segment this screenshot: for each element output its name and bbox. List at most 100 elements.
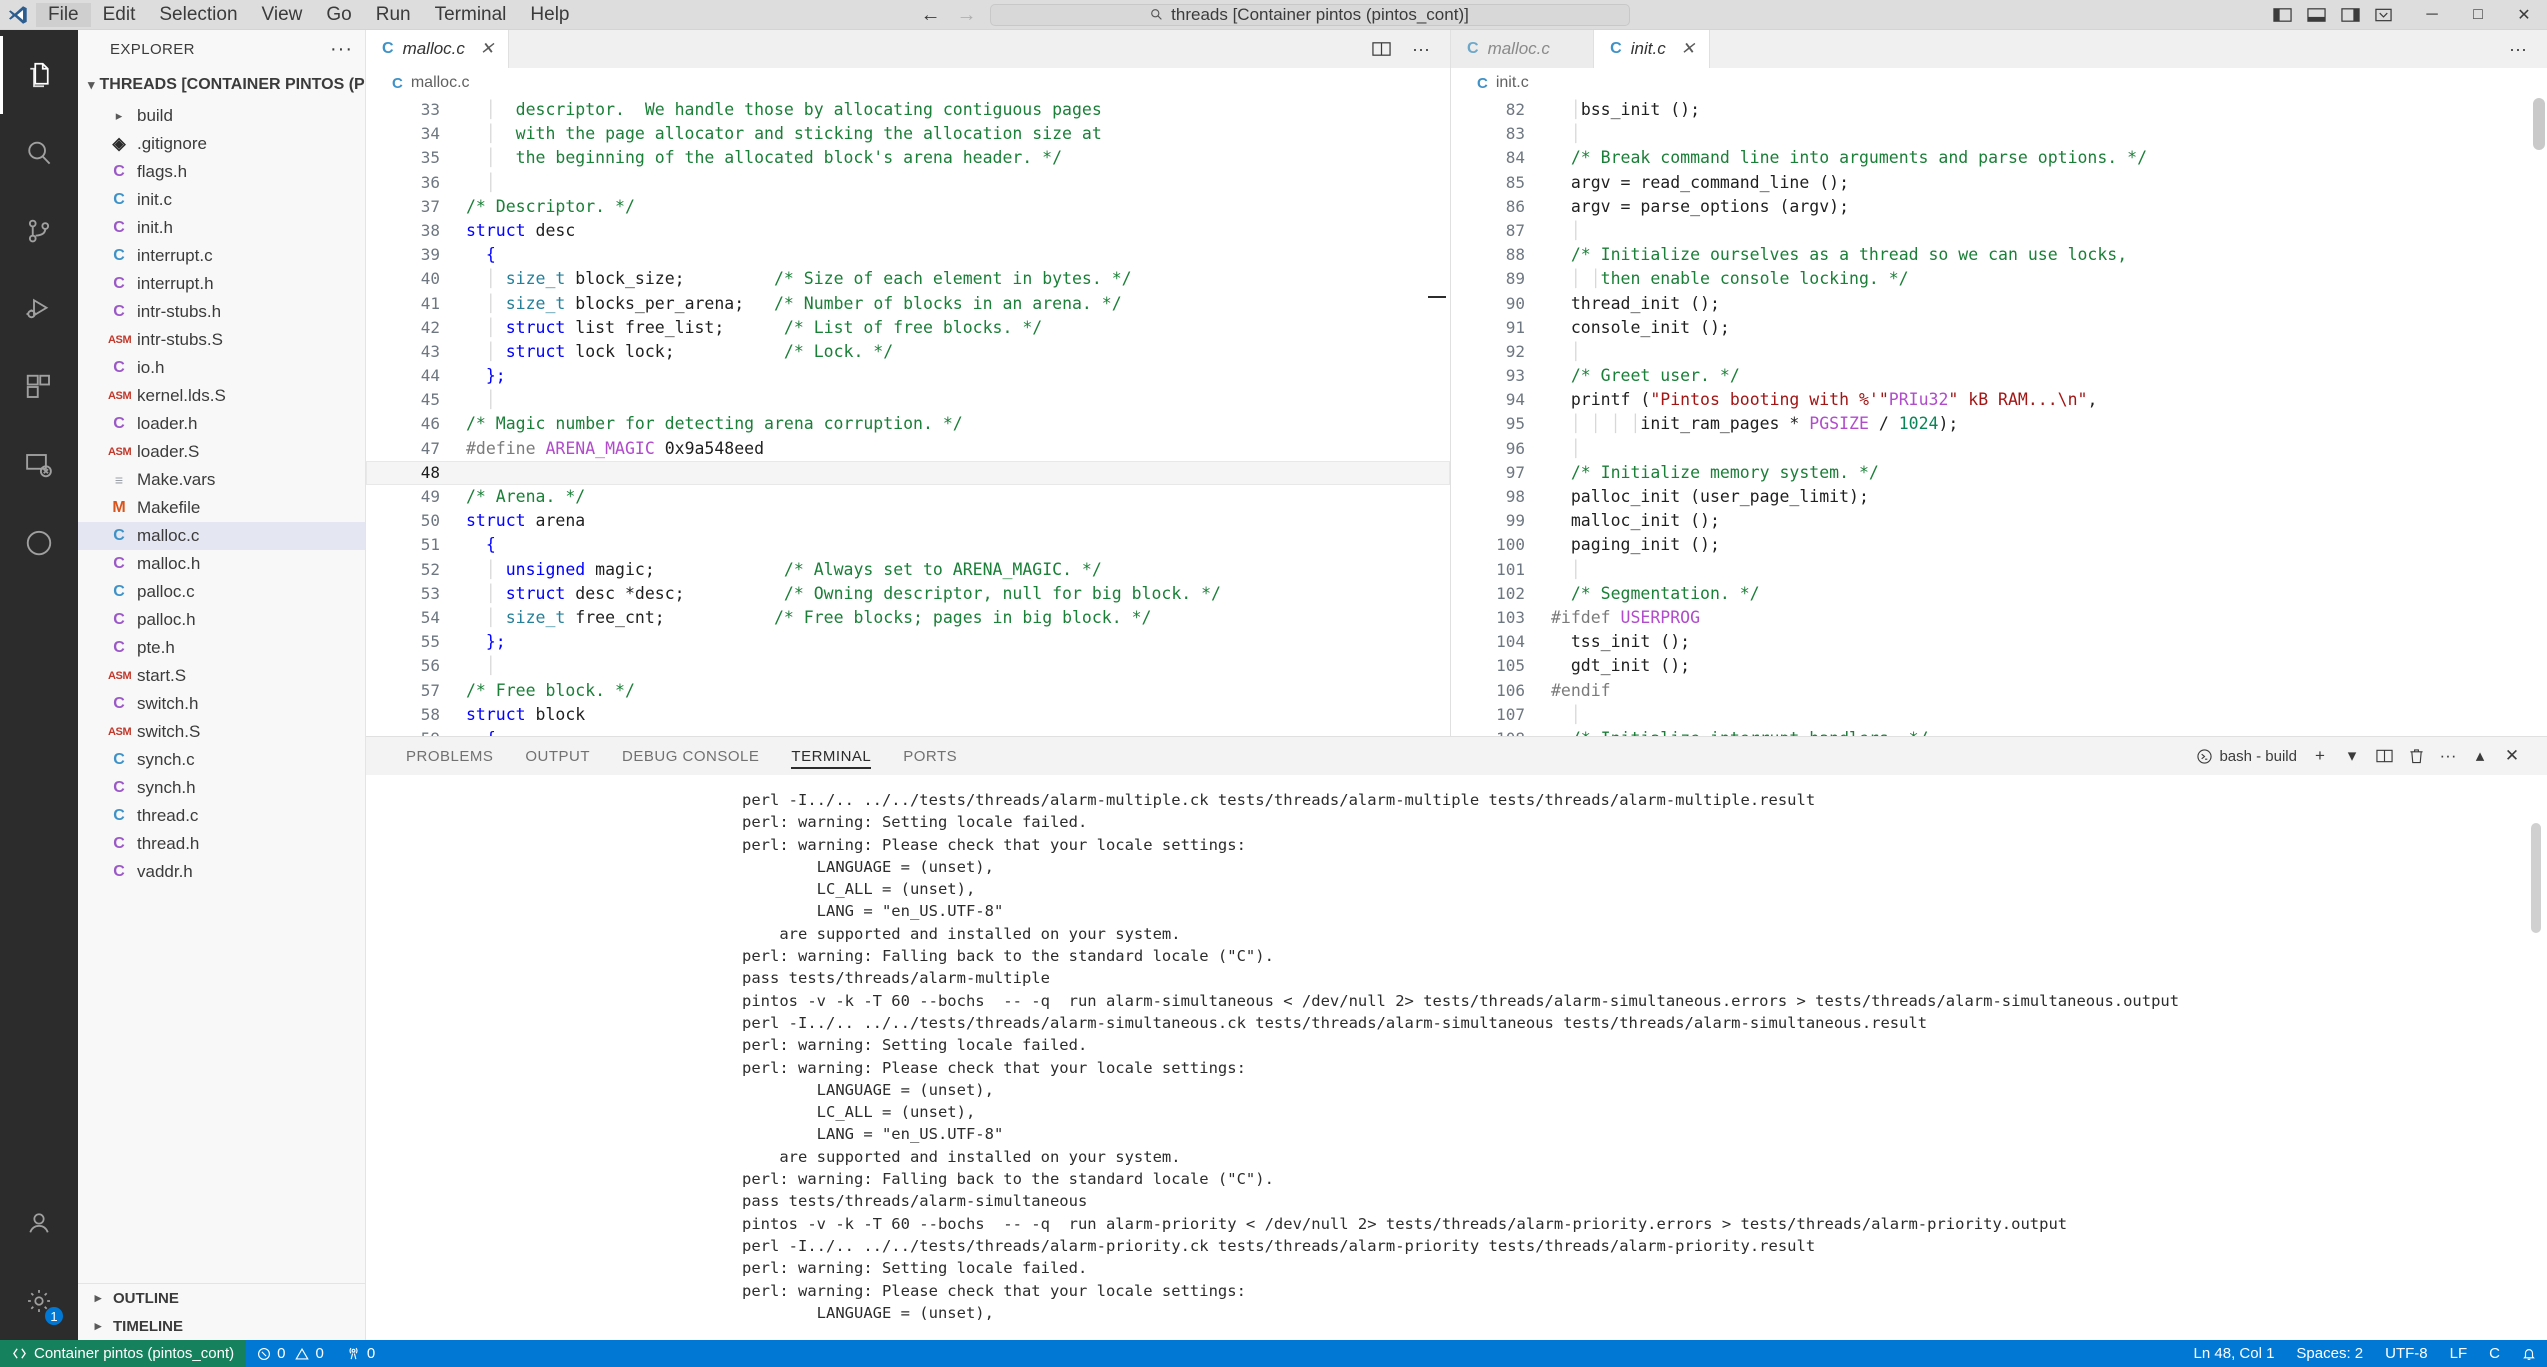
sidebar-more-actions-icon[interactable]: ··· (330, 38, 353, 61)
sidebar-item-remote-explorer[interactable] (0, 426, 78, 504)
menu-help[interactable]: Help (518, 3, 581, 27)
tab-malloc-c[interactable]: C malloc.c ✕ (366, 30, 509, 68)
menu-terminal[interactable]: Terminal (423, 3, 519, 27)
list-item[interactable]: ◈.gitignore (78, 130, 365, 158)
split-editor-icon[interactable] (1372, 41, 1402, 57)
menu-edit[interactable]: Edit (91, 3, 148, 27)
list-item[interactable]: ASMloader.S (78, 438, 365, 466)
menu-bar[interactable]: File Edit Selection View Go Run Terminal… (36, 0, 582, 30)
sidebar-item-azure[interactable] (0, 504, 78, 582)
customize-layout-icon[interactable] (2375, 8, 2409, 22)
tab-ports[interactable]: PORTS (887, 737, 973, 775)
list-item[interactable]: Csynch.c (78, 746, 365, 774)
tab-output[interactable]: OUTPUT (509, 737, 606, 775)
list-item[interactable]: Csynch.h (78, 774, 365, 802)
code-editor-right[interactable]: 82 │bss_init ();83 │84 /* Break command … (1451, 98, 2547, 736)
list-item[interactable]: ▸build (78, 102, 365, 130)
breadcrumb-right[interactable]: C init.c (1451, 68, 2547, 98)
go-back-button[interactable]: ← (918, 5, 944, 25)
tab-init-c[interactable]: C init.c ✕ (1594, 30, 1710, 68)
language-mode[interactable]: C (2478, 1340, 2511, 1367)
list-item[interactable]: ASMintr-stubs.S (78, 326, 365, 354)
menu-view[interactable]: View (250, 3, 315, 27)
terminal-line: LANG = "en_US.UTF-8" (742, 900, 2547, 922)
encoding[interactable]: UTF-8 (2374, 1340, 2439, 1367)
list-item[interactable]: Cinterrupt.h (78, 270, 365, 298)
command-center-search[interactable]: threads [Container pintos (pintos_cont)] (990, 4, 1630, 26)
list-item[interactable]: Cintr-stubs.h (78, 298, 365, 326)
toggle-primary-sidebar-icon[interactable] (2273, 7, 2307, 23)
list-item[interactable]: Cinit.c (78, 186, 365, 214)
list-item[interactable]: Cthread.c (78, 802, 365, 830)
accounts-button[interactable] (0, 1184, 78, 1262)
menu-go[interactable]: Go (314, 3, 363, 27)
new-terminal-icon[interactable]: + (2305, 742, 2335, 770)
tab-terminal[interactable]: TERMINAL (775, 737, 887, 775)
list-item-malloc-c[interactable]: Cmalloc.c (78, 522, 365, 550)
tab-problems[interactable]: PROBLEMS (390, 737, 509, 775)
list-item[interactable]: Cswitch.h (78, 690, 365, 718)
maximize-panel-icon[interactable]: ▴ (2465, 742, 2495, 770)
close-panel-icon[interactable]: ✕ (2497, 742, 2527, 770)
list-item[interactable]: ASMswitch.S (78, 718, 365, 746)
menu-selection[interactable]: Selection (147, 3, 249, 27)
notifications-bell-icon[interactable] (2511, 1340, 2547, 1367)
manage-settings-button[interactable]: 1 (0, 1262, 78, 1340)
more-actions-icon[interactable]: ··· (2433, 742, 2463, 770)
close-icon[interactable]: ✕ (480, 39, 494, 59)
list-item[interactable]: Cvaddr.h (78, 858, 365, 886)
minimize-button[interactable]: ─ (2409, 0, 2455, 30)
list-item[interactable]: Cio.h (78, 354, 365, 382)
terminal-output[interactable]: perl -I../.. ../../tests/threads/alarm-m… (366, 775, 2547, 1340)
toggle-panel-icon[interactable] (2307, 7, 2341, 23)
tab-debug-console[interactable]: DEBUG CONSOLE (606, 737, 775, 775)
remote-indicator[interactable]: Container pintos (pintos_cont) (0, 1340, 246, 1367)
indentation[interactable]: Spaces: 2 (2285, 1340, 2374, 1367)
problems-status[interactable]: 0 0 (246, 1340, 335, 1367)
list-item[interactable]: ≡Make.vars (78, 466, 365, 494)
cursor-position[interactable]: Ln 48, Col 1 (2183, 1340, 2286, 1367)
breadcrumb-left[interactable]: C malloc.c (366, 68, 1450, 98)
menu-file[interactable]: File (36, 3, 91, 27)
timeline-panel-header[interactable]: ▸ TIMELINE (78, 1312, 365, 1340)
list-item[interactable]: Cloader.h (78, 410, 365, 438)
list-item[interactable]: Cmalloc.h (78, 550, 365, 578)
list-item[interactable]: Cpalloc.h (78, 606, 365, 634)
sidebar-item-search[interactable] (0, 114, 78, 192)
more-actions-icon[interactable]: ··· (2503, 39, 2533, 60)
list-item[interactable]: Cinterrupt.c (78, 242, 365, 270)
sidebar-item-extensions[interactable] (0, 348, 78, 426)
split-terminal-icon[interactable] (2369, 742, 2399, 770)
terminal-scrollbar[interactable] (2531, 823, 2541, 933)
outline-panel-header[interactable]: ▸ OUTLINE (78, 1284, 365, 1312)
file-tree[interactable]: ▸build ◈.gitignore Cflags.h Cinit.c Cini… (78, 102, 365, 1283)
tab-malloc-c-right[interactable]: C malloc.c ✕ (1451, 30, 1594, 68)
sidebar-item-explorer[interactable] (0, 36, 78, 114)
list-item[interactable]: Cflags.h (78, 158, 365, 186)
list-item[interactable]: MMakefile (78, 494, 365, 522)
list-item[interactable]: Cpalloc.c (78, 578, 365, 606)
toggle-secondary-sidebar-icon[interactable] (2341, 7, 2375, 23)
sidebar-item-source-control[interactable] (0, 192, 78, 270)
code-editor-left[interactable]: 33 │ descriptor. We handle those by allo… (366, 98, 1450, 736)
list-item[interactable]: Cinit.h (78, 214, 365, 242)
list-item[interactable]: Cpte.h (78, 634, 365, 662)
minimap-slider-left[interactable] (1428, 296, 1446, 298)
eol[interactable]: LF (2439, 1340, 2479, 1367)
sidebar-item-run-and-debug[interactable] (0, 270, 78, 348)
terminal-selector[interactable]: bash - build (2195, 748, 2303, 765)
close-button[interactable]: ✕ (2501, 0, 2547, 30)
ports-status[interactable]: 0 (335, 1340, 386, 1367)
close-icon[interactable]: ✕ (1681, 39, 1695, 59)
go-forward-button[interactable]: → (954, 5, 980, 25)
explorer-root-folder[interactable]: ▾ THREADS [CONTAINER PINTOS (PINTOS... (78, 68, 365, 102)
chevron-down-icon[interactable]: ▾ (2337, 742, 2367, 770)
list-item[interactable]: Cthread.h (78, 830, 365, 858)
list-item[interactable]: ASMstart.S (78, 662, 365, 690)
editor-scrollbar-right[interactable] (2533, 98, 2545, 150)
more-actions-icon[interactable]: ··· (1406, 39, 1436, 60)
menu-run[interactable]: Run (364, 3, 423, 27)
kill-terminal-icon[interactable] (2401, 742, 2431, 770)
list-item[interactable]: ASMkernel.lds.S (78, 382, 365, 410)
maximize-button[interactable]: □ (2455, 0, 2501, 30)
